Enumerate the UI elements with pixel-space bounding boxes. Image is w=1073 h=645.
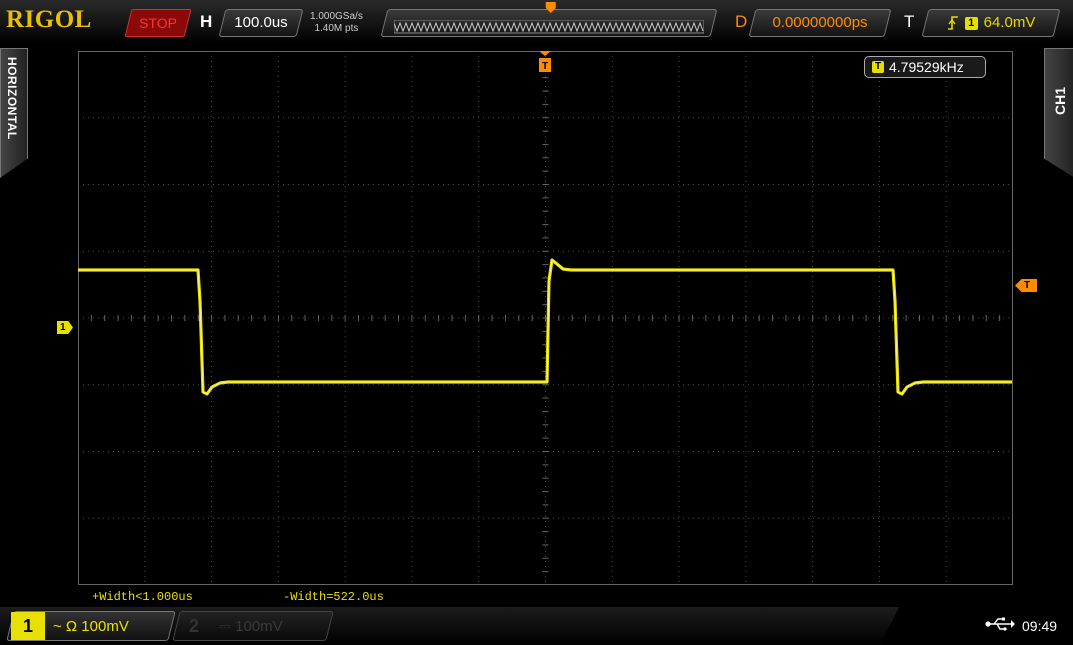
- horizontal-menu-tab[interactable]: HORIZONTAL: [0, 48, 28, 178]
- acquisition-info: 1.000GSa/s 1.40M pts: [310, 11, 363, 35]
- trigger-level-value: 64.0mV: [983, 14, 1036, 31]
- trigger-box[interactable]: 1 64.0mV: [921, 9, 1061, 37]
- ch2-settings-box[interactable]: 2 ⎓ 100mV: [172, 611, 334, 641]
- horizontal-label: H: [200, 12, 213, 31]
- frequency-counter: T 4.79529kHz: [864, 56, 986, 78]
- usb-icon: [985, 617, 1015, 631]
- ch1-settings-box[interactable]: 1 ~ Ω 100mV: [6, 611, 176, 641]
- delay-box[interactable]: 0.00000000ps: [748, 9, 892, 37]
- sample-rate: 1.000GSa/s: [310, 11, 363, 22]
- memory-trigger-marker: [545, 2, 556, 13]
- trigger-level-marker-label: T: [1024, 280, 1031, 291]
- rising-edge-icon: [947, 16, 958, 30]
- measurement-positive-width: +Width<1.000us: [92, 590, 193, 604]
- trigger-position-marker[interactable]: T: [538, 51, 552, 73]
- run-state-label: STOP: [139, 15, 177, 31]
- ch1-offset-marker[interactable]: 1: [57, 321, 73, 334]
- brand-logo: RIGOL: [6, 6, 92, 33]
- trigger-channel-badge: 1: [964, 16, 978, 30]
- horizontal-tab-label: HORIZONTAL: [5, 57, 19, 140]
- top-status-bar: RIGOL STOP H 100.0us 1.000GSa/s 1.40M pt…: [0, 0, 1073, 44]
- delay-label: D: [735, 12, 748, 31]
- waveform-display[interactable]: [78, 51, 1014, 586]
- freq-trigger-badge: T: [872, 61, 884, 73]
- trigger-level-marker[interactable]: T: [1015, 279, 1037, 292]
- delay-value: 0.00000000ps: [772, 14, 868, 31]
- trigger-label: T: [904, 12, 915, 31]
- timebase-box[interactable]: 100.0us: [218, 9, 304, 37]
- ch1-scale: ~ Ω 100mV: [53, 617, 129, 635]
- memory-depth: 1.40M pts: [314, 23, 359, 34]
- frequency-value: 4.79529kHz: [889, 59, 964, 75]
- ch2-number: 2: [188, 616, 199, 636]
- svg-text:T: T: [542, 61, 548, 72]
- timebase-value: 100.0us: [234, 14, 288, 31]
- run-stop-indicator[interactable]: STOP: [124, 9, 192, 37]
- ch1-menu-tab[interactable]: CH1: [1044, 48, 1073, 178]
- measurement-negative-width: -Width=522.0us: [283, 590, 384, 604]
- ch1-number: 1: [11, 612, 45, 640]
- ch1-tab-label: CH1: [1052, 87, 1068, 116]
- ch2-scale: ⎓ 100mV: [219, 617, 283, 635]
- memory-overview-wave: [394, 20, 705, 34]
- memory-window-overview[interactable]: [380, 2, 718, 37]
- system-clock: 09:49: [1022, 618, 1058, 634]
